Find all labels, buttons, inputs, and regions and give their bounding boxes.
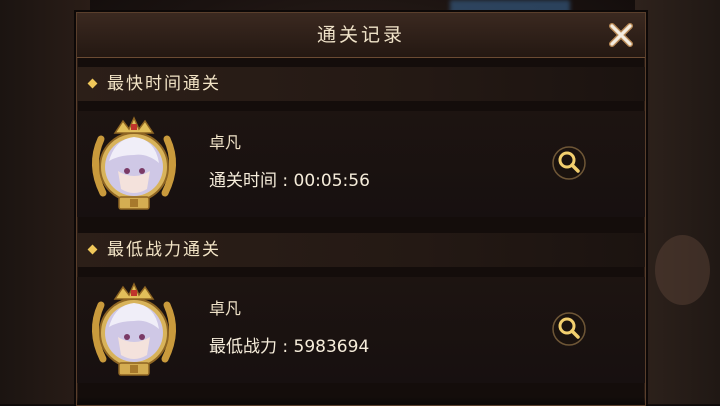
player-name: 卓凡	[209, 299, 242, 318]
background-character	[655, 235, 710, 305]
diamond-bullet-icon	[87, 78, 98, 89]
view-record-button[interactable]	[551, 311, 587, 347]
player-avatar	[92, 116, 176, 210]
stat-line: 通关时间 : 00:05:56	[209, 171, 370, 191]
stat-label: 最低战力	[209, 337, 277, 357]
close-button[interactable]	[605, 20, 637, 50]
dialog-title: 通关记录	[316, 24, 405, 46]
player-avatar	[92, 282, 176, 376]
section-header-fastest: 最快时间通关	[77, 67, 645, 101]
diamond-bullet-icon	[87, 244, 98, 255]
record-row-fastest: 卓凡 通关时间 : 00:05:56	[77, 111, 645, 217]
player-name: 卓凡	[209, 133, 242, 152]
section-title: 最低战力通关	[107, 240, 221, 260]
close-icon	[609, 23, 633, 47]
stat-value: 5983694	[293, 337, 370, 357]
stat-line: 最低战力 : 5983694	[209, 337, 370, 357]
section-title: 最快时间通关	[107, 74, 221, 94]
stat-value: 00:05:56	[293, 171, 370, 191]
dialog-header: 通关记录	[77, 13, 645, 58]
stat-label: 通关时间	[209, 171, 277, 191]
background-right	[635, 0, 720, 404]
view-record-button[interactable]	[551, 145, 587, 181]
record-row-lowest-power: 卓凡 最低战力 : 5983694	[77, 277, 645, 383]
clear-record-dialog: 通关记录 最快时间通关 卓凡 通关时间 : 00:05:56 最低战力通关 卓凡…	[76, 12, 646, 406]
section-header-lowest-power: 最低战力通关	[77, 233, 645, 267]
